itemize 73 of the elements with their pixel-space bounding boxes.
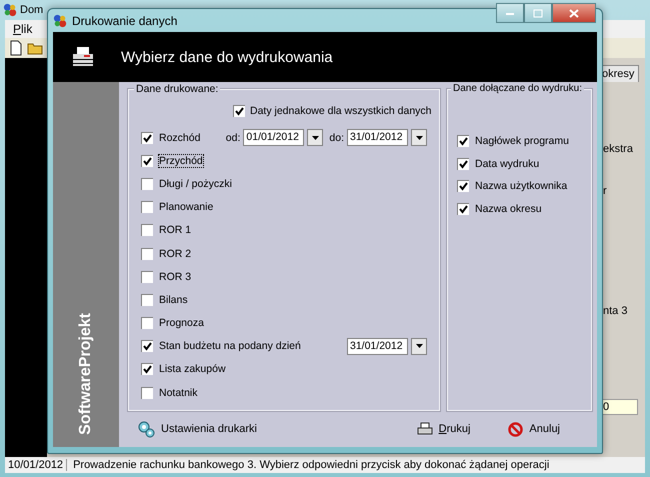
- window-title: Dom: [20, 4, 44, 16]
- caret-icon: [416, 344, 422, 348]
- checkbox[interactable]: [141, 386, 153, 399]
- checkbox-label[interactable]: ROR 1: [159, 224, 192, 236]
- checkbox-label[interactable]: Przychód: [159, 154, 203, 167]
- checkbox-label[interactable]: Notatnik: [159, 386, 198, 399]
- label: ekstra: [603, 143, 633, 155]
- date-field[interactable]: 31/01/2012: [347, 338, 408, 355]
- checkbox-label[interactable]: Nazwa użytkownika: [475, 180, 568, 192]
- checkbox[interactable]: [141, 178, 153, 190]
- dropdown-button[interactable]: [411, 338, 427, 355]
- minimize-button[interactable]: [496, 3, 524, 23]
- close-button[interactable]: [552, 3, 596, 23]
- checkbox[interactable]: [141, 224, 153, 236]
- checkbox[interactable]: [141, 340, 153, 352]
- checkbox-label[interactable]: Nazwa okresu: [475, 202, 542, 215]
- caret-icon: [312, 136, 319, 140]
- checkbox[interactable]: [141, 201, 153, 214]
- date-label: do:: [329, 132, 344, 144]
- checkbox[interactable]: [233, 105, 245, 117]
- header-title: Wybierz dane do wydrukowania: [121, 48, 333, 66]
- brand-text: SoftwareProjekt: [77, 313, 95, 435]
- checkbox[interactable]: [457, 202, 469, 215]
- checkbox[interactable]: [457, 158, 469, 170]
- maximize-button[interactable]: [524, 3, 552, 23]
- date-field[interactable]: 01/01/2012: [243, 129, 304, 146]
- checkbox-label[interactable]: Bilans: [159, 294, 188, 306]
- maximize-icon: [533, 8, 543, 18]
- checkbox-label[interactable]: Długi / pożyczki: [159, 178, 232, 190]
- new-file-icon[interactable]: [9, 40, 23, 56]
- app-logo-icon: [3, 3, 17, 17]
- checkbox[interactable]: [141, 363, 153, 376]
- checkbox-label[interactable]: Data wydruku: [475, 158, 540, 170]
- settings-button[interactable]: Ustawienia drukarki: [136, 418, 259, 440]
- checkbox-label[interactable]: ROR 2: [159, 248, 192, 260]
- checkbox[interactable]: [457, 180, 469, 192]
- app-logo-icon: [53, 14, 67, 28]
- group-legend: Dane dołączane do wydruku:: [451, 83, 584, 94]
- checkbox-label[interactable]: Prognoza: [159, 317, 204, 330]
- checkbox-label[interactable]: Nagłówek programu: [475, 135, 569, 148]
- checkbox-label[interactable]: Lista zakupów: [159, 363, 226, 376]
- label: r: [603, 185, 607, 197]
- cancel-button[interactable]: Anuluj: [506, 420, 562, 438]
- caret-icon: [416, 136, 422, 140]
- folder-icon[interactable]: [27, 41, 43, 55]
- minimize-icon: [505, 10, 515, 16]
- checkbox[interactable]: [141, 270, 153, 283]
- checkbox[interactable]: [141, 317, 153, 330]
- checkbox-label[interactable]: Planowanie: [159, 201, 214, 214]
- dropdown-button[interactable]: [411, 129, 427, 146]
- checkbox[interactable]: [141, 154, 153, 167]
- gears-icon: [138, 420, 155, 438]
- checkbox[interactable]: [141, 294, 153, 306]
- checkbox[interactable]: [457, 135, 469, 148]
- status-message: Prowadzenie rachunku bankowego 3. Wybierz odpowiedni przycisk aby dokonać żądanej operacji: [73, 459, 550, 471]
- printer-icon: [416, 422, 433, 436]
- group-legend: Dane drukowane:: [134, 83, 220, 95]
- print-button[interactable]: Drukuj: [414, 420, 472, 438]
- window-title: Drukowanie danych: [72, 14, 178, 28]
- checkbox-label[interactable]: Rozchód: [159, 132, 200, 144]
- status-date: 10/01/2012: [5, 459, 68, 471]
- cancel-icon: [508, 422, 524, 436]
- checkbox[interactable]: [141, 248, 153, 260]
- menu-item[interactable]: Plik: [13, 22, 32, 36]
- dropdown-button[interactable]: [307, 129, 324, 146]
- close-icon: [569, 8, 579, 18]
- checkbox[interactable]: [141, 132, 153, 144]
- checkbox-label[interactable]: ROR 3: [159, 270, 192, 283]
- date-field[interactable]: 31/01/2012: [347, 129, 408, 146]
- label: nta 3: [603, 305, 628, 317]
- checkbox-label[interactable]: Stan budżetu na podany dzień: [159, 340, 301, 352]
- checkbox-label[interactable]: Daty jednakowe dla wszystkich danych: [250, 105, 432, 117]
- date-label: od:: [226, 132, 240, 144]
